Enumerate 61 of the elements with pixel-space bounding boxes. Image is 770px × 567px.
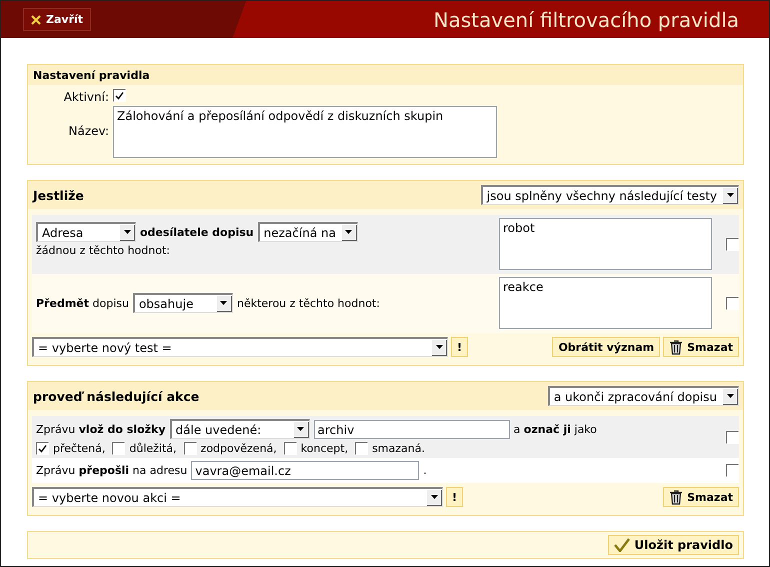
- close-icon: [31, 14, 41, 24]
- caret-icon: [216, 296, 232, 312]
- input-field[interactable]: archiv: [314, 420, 510, 438]
- input-field[interactable]: vavra@email.cz: [191, 461, 420, 480]
- confirm-button[interactable]: !: [446, 487, 464, 507]
- condition-text: žádnou z těchto hodnot:: [36, 244, 170, 257]
- flag-label: zodpovězená,: [200, 442, 277, 455]
- condition-text: odesílatele dopisu: [140, 226, 254, 238]
- condition-text: některou z těchto hodnot:: [236, 296, 380, 310]
- new-test-dropdown[interactable]: = vyberte nový test =: [32, 337, 448, 357]
- row-checkbox[interactable]: [726, 238, 739, 250]
- caret-icon: [723, 188, 738, 204]
- caret-icon: [723, 388, 738, 404]
- window-title: Nastavení filtrovacího pravidla: [434, 8, 739, 32]
- flag-label: smazaná.: [372, 442, 425, 455]
- flag-checkbox[interactable]: [184, 442, 197, 455]
- trash-icon: [669, 490, 684, 504]
- caret-icon: [432, 340, 447, 356]
- invert-button[interactable]: Obrátit význam: [552, 337, 660, 357]
- panel-title: Jestliže: [33, 188, 84, 202]
- action-text: Zprávu přepošli na adresu: [36, 464, 188, 477]
- flag-checkbox[interactable]: [284, 442, 297, 455]
- dropdown[interactable]: obsahuje: [132, 293, 233, 313]
- save-button[interactable]: Uložit pravidlo: [608, 535, 739, 555]
- condition-text: Předmět dopisu: [36, 296, 129, 310]
- values-field[interactable]: robot: [499, 218, 712, 270]
- close-button[interactable]: Zavřít: [23, 8, 92, 31]
- flag-label: koncept,: [300, 442, 348, 455]
- delete-button[interactable]: Smazat: [663, 337, 739, 357]
- panel-title: proveď následující akce: [33, 388, 200, 404]
- active-checkbox[interactable]: [113, 89, 126, 102]
- dropdown[interactable]: Adresa: [36, 222, 136, 242]
- action-text: .: [423, 464, 427, 477]
- row-checkbox[interactable]: [726, 464, 739, 477]
- flag-label: důležitá,: [129, 442, 177, 455]
- dropdown[interactable]: nezačíná na: [258, 222, 358, 242]
- flag-checkbox[interactable]: [36, 442, 49, 455]
- finish-dropdown[interactable]: a ukonči zpracování dopisu: [548, 386, 739, 406]
- caret-icon: [342, 224, 357, 240]
- flag-checkbox[interactable]: [112, 442, 126, 455]
- values-field[interactable]: reakce: [499, 277, 712, 329]
- caret-icon: [294, 422, 309, 438]
- action-text: Zprávu vlož do složky: [36, 422, 166, 436]
- dropdown[interactable]: dále uvedené:: [170, 419, 310, 439]
- match-dropdown[interactable]: jsou splněny všechny následující testy: [480, 185, 739, 205]
- row-checkbox[interactable]: [726, 430, 739, 444]
- field-label: Název:: [68, 123, 109, 138]
- caret-icon: [120, 224, 135, 240]
- row-checkbox[interactable]: [726, 296, 739, 310]
- trash-icon: [669, 340, 684, 354]
- new-action-dropdown[interactable]: = vyberte novou akci =: [32, 487, 443, 507]
- field-label: Aktivní:: [62, 89, 109, 104]
- name-field[interactable]: Zálohování a přeposílání odpovědí z diskuzních skupin: [113, 106, 497, 158]
- flag-label: přečtená,: [53, 442, 106, 455]
- checkmark-icon: [614, 538, 630, 552]
- confirm-button[interactable]: !: [451, 337, 468, 357]
- flag-checkbox[interactable]: [355, 442, 368, 455]
- caret-icon: [427, 490, 442, 506]
- panel-header: Nastavení pravidla: [28, 65, 743, 85]
- delete-button[interactable]: Smazat: [663, 487, 739, 507]
- action-text: a označ ji jako: [514, 422, 597, 436]
